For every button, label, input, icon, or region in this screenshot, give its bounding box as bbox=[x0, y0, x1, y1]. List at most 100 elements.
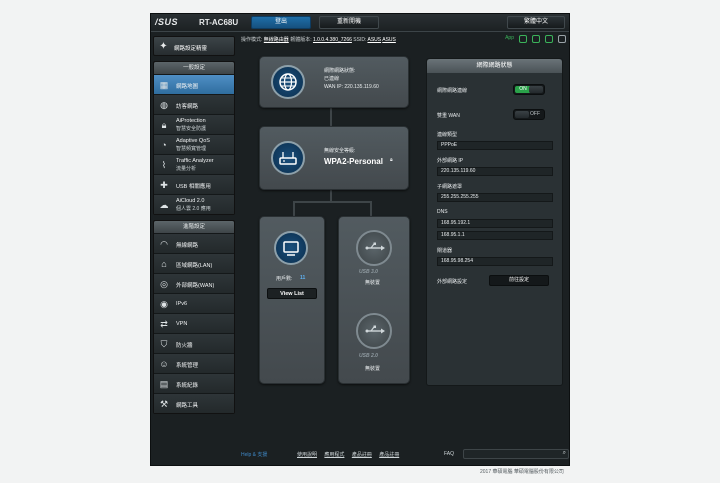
usb-card[interactable]: USB 3.0 無裝置 USB 2.0 無裝置 bbox=[338, 216, 410, 384]
sidebar-item-network-map[interactable]: ▦ 網路地圖 bbox=[154, 74, 234, 94]
sidebar-item-sublabel: 智慧頻寬管理 bbox=[176, 146, 207, 152]
mode-value[interactable]: 無線路由器 bbox=[264, 37, 289, 43]
footer-link-registration[interactable]: 產品註冊 bbox=[352, 452, 372, 458]
mode-label: 操作模式: bbox=[241, 37, 263, 43]
footer-link-apps[interactable]: 應用程式 bbox=[324, 452, 344, 458]
sidebar-item-aiprotection[interactable]: 🔒︎ AiProtection 智慧安全防護 bbox=[154, 114, 234, 134]
footer-link-manual[interactable]: 使用說明 bbox=[297, 452, 317, 458]
lan-icon: ⌂ bbox=[161, 259, 167, 269]
sidebar-item-administration[interactable]: ☺ 系統管理 bbox=[154, 353, 234, 373]
wan-ip-value: 220.135.119.60 bbox=[437, 167, 553, 176]
clients-count: 11 bbox=[300, 275, 306, 281]
usb2-label: USB 2.0 bbox=[359, 353, 378, 359]
status-icons: App bbox=[505, 35, 566, 43]
dual-wan-label: 雙重 WAN bbox=[437, 113, 460, 119]
sidebar-item-wireless[interactable]: ◠ 無線網路 bbox=[154, 233, 234, 253]
copyright-text: 2017 華碩電腦 華碩電腦股份有限公司 bbox=[480, 469, 564, 475]
advanced-group-heading: 進階設定 bbox=[154, 221, 234, 233]
sidebar-item-sublabel: 個人雲 2.0 應用 bbox=[176, 206, 211, 212]
link-status-icon[interactable] bbox=[532, 35, 540, 43]
guest-status-icon[interactable] bbox=[519, 35, 527, 43]
sidebar-item-label: Traffic Analyzer bbox=[176, 158, 214, 164]
sidebar-item-firewall[interactable]: ⛉ 防火牆 bbox=[154, 333, 234, 353]
sidebar-item-lan[interactable]: ⌂ 區域網路(LAN) bbox=[154, 253, 234, 273]
clients-label: 用戶數: bbox=[276, 276, 293, 282]
sidebar-item-label: USB 相關應用 bbox=[176, 184, 211, 190]
sidebar-item-label: 訪客網路 bbox=[176, 104, 199, 110]
sidebar-item-system-log[interactable]: ▤ 系統紀錄 bbox=[154, 373, 234, 393]
gateway-label: 閘道器 bbox=[437, 248, 453, 254]
footer-link-registration-2[interactable]: 產品註冊 bbox=[379, 452, 399, 458]
usb-status-icon[interactable] bbox=[558, 35, 566, 43]
faq-search-input[interactable]: ⌕ bbox=[463, 449, 569, 459]
sidebar-item-traffic-analyzer[interactable]: ⌇ Traffic Analyzer 流量分析 bbox=[154, 154, 234, 174]
app-icon[interactable]: App bbox=[505, 35, 514, 43]
dns-primary-value: 168.95.192.1 bbox=[437, 219, 553, 228]
sidebar-item-sublabel: 智慧安全防護 bbox=[176, 126, 207, 132]
ssid-label: SSID: bbox=[353, 37, 367, 43]
firmware-value[interactable]: 1.0.0.4.380_7266 bbox=[313, 37, 352, 43]
sidebar-item-guest-network[interactable]: ◍ 訪客網路 bbox=[154, 94, 234, 114]
sidebar-item-vpn[interactable]: ⇄ VPN bbox=[154, 313, 234, 333]
reboot-button[interactable]: 重新開機 bbox=[319, 16, 379, 29]
sidebar-item-label: 網路地圖 bbox=[176, 84, 199, 90]
router-ui-frame: /SUS RT-AC68U 登出 重新開機 繁體中文 操作模式: 無線路由器 韌… bbox=[150, 13, 570, 466]
ipv6-icon: ◉ bbox=[160, 299, 168, 309]
go-to-settings-button[interactable]: 前往設定 bbox=[489, 275, 549, 286]
security-level-label: 無線安全等級: bbox=[324, 148, 356, 154]
internet-card[interactable]: 網際網路狀態: 已連線 WAN IP: 220.135.119.60 bbox=[259, 56, 409, 108]
sidebar-item-label: AiCloud 2.0 bbox=[176, 198, 205, 204]
wan-icon: ◎ bbox=[160, 279, 168, 289]
toggle-knob bbox=[529, 86, 543, 93]
map-connector bbox=[370, 201, 372, 216]
model-name: RT-AC68U bbox=[199, 18, 239, 27]
dns-secondary-value: 168.95.1.1 bbox=[437, 231, 553, 240]
search-icon[interactable]: ⌕ bbox=[563, 450, 566, 457]
sidebar-item-label: 防火牆 bbox=[176, 343, 193, 349]
usb-icon bbox=[356, 230, 392, 266]
panel-title: 網際網路狀態 bbox=[427, 59, 562, 73]
network-tools-icon: ⚒ bbox=[159, 399, 169, 409]
clients-card[interactable]: 用戶數: 11 View List bbox=[259, 216, 325, 384]
internet-connection-label: 網際網路連線 bbox=[437, 88, 468, 94]
wireless-icon: ◠ bbox=[160, 239, 168, 249]
usb-app-icon: ✚ bbox=[160, 180, 168, 190]
sidebar-item-wan[interactable]: ◎ 外部網路(WAN) bbox=[154, 273, 234, 293]
ssid-value-1[interactable]: ASUS bbox=[367, 37, 381, 43]
general-group-heading: 一般設定 bbox=[154, 62, 234, 74]
sidebar-item-label: 外部網路(WAN) bbox=[176, 283, 215, 289]
wan-settings-label: 外部網路設定 bbox=[437, 279, 468, 285]
wand-icon: ✦ bbox=[159, 41, 168, 52]
monitor-icon bbox=[274, 231, 308, 265]
subnet-mask-label: 子網路遮罩 bbox=[437, 184, 463, 190]
sidebar-item-network-tools[interactable]: ⚒ 網路工具 bbox=[154, 393, 234, 413]
dual-wan-toggle[interactable]: OFF bbox=[513, 109, 545, 120]
dns-label: DNS bbox=[437, 209, 448, 215]
logout-button[interactable]: 登出 bbox=[251, 16, 311, 29]
internet-connection-toggle[interactable]: ON bbox=[513, 84, 545, 95]
faq-label: FAQ bbox=[444, 451, 455, 457]
router-card[interactable]: 無線安全等級: WPA2-Personal 🔒︎ bbox=[259, 126, 409, 190]
quick-setup-label: 網路設定精靈 bbox=[174, 46, 208, 52]
aiprotection-icon: 🔒︎ bbox=[161, 120, 167, 130]
map-connector bbox=[293, 201, 371, 203]
internet-status-label: 網際網路狀態: bbox=[324, 68, 356, 74]
qos-icon: ◔ bbox=[161, 140, 167, 150]
help-support-link[interactable]: Help & 支援 bbox=[241, 451, 267, 458]
globe-icon bbox=[271, 65, 305, 99]
gateway-value: 168.95.98.254 bbox=[437, 257, 553, 266]
sidebar-item-aicloud[interactable]: ☁︎ AiCloud 2.0 個人雲 2.0 應用 bbox=[154, 194, 234, 214]
wifi-status-icon[interactable] bbox=[545, 35, 553, 43]
usb3-label: USB 3.0 bbox=[359, 269, 378, 275]
sidebar-item-label: 系統管理 bbox=[176, 363, 199, 369]
sidebar-item-adaptive-qos[interactable]: ◔ Adaptive QoS 智慧頻寬管理 bbox=[154, 134, 234, 154]
language-select[interactable]: 繁體中文 bbox=[507, 16, 565, 29]
quick-setup-button[interactable]: ✦ 網路設定精靈 bbox=[153, 36, 235, 56]
footer: Help & 支援 使用說明 應用程式 產品註冊 產品註冊 FAQ ⌕ bbox=[241, 449, 569, 461]
ssid-value-2[interactable]: ASUS bbox=[382, 37, 396, 43]
footer-links: 使用說明 應用程式 產品註冊 產品註冊 bbox=[297, 451, 405, 458]
usb2-status: 無裝置 bbox=[365, 366, 381, 372]
sidebar-item-ipv6[interactable]: ◉ IPv6 bbox=[154, 293, 234, 313]
view-list-button[interactable]: View List bbox=[267, 288, 317, 299]
sidebar-item-usb-app[interactable]: ✚ USB 相關應用 bbox=[154, 174, 234, 194]
